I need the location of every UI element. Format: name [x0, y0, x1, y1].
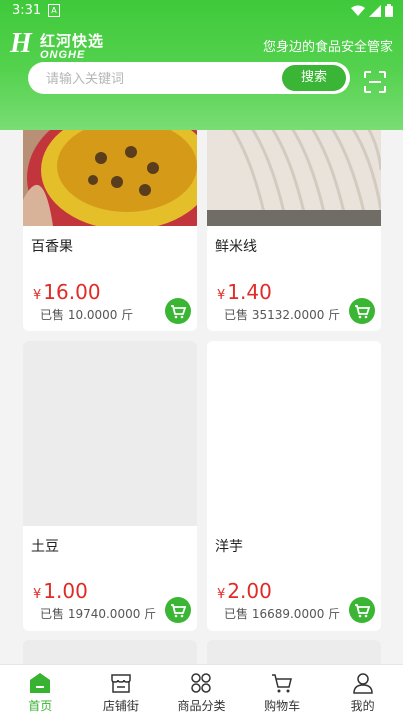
nav-label: 购物车	[264, 699, 301, 713]
product-image	[207, 341, 381, 526]
nav-label: 商品分类	[177, 699, 226, 713]
product-price: ¥1.00	[33, 579, 88, 603]
product-card[interactable]: 土豆 ¥1.00 已售 19740.0000 斤	[23, 341, 197, 631]
add-to-cart-button[interactable]	[349, 298, 375, 324]
price-value: 1.40	[227, 280, 272, 304]
battery-icon	[385, 4, 393, 17]
scan-icon[interactable]	[363, 70, 387, 94]
product-name: 百香果	[31, 239, 73, 255]
currency-symbol: ¥	[217, 288, 226, 303]
currency-symbol: ¥	[217, 587, 226, 602]
cart-icon	[272, 674, 293, 693]
logo-english: ONGHE	[40, 49, 86, 61]
price-value: 1.00	[43, 579, 88, 603]
brand-logo: H 红河快选 ONGHE	[10, 28, 110, 62]
product-image	[23, 341, 197, 526]
product-card[interactable]: 洋芋 ¥2.00 已售 16689.0000 斤	[207, 341, 381, 631]
store-icon	[111, 674, 131, 693]
product-name: 鲜米线	[215, 239, 257, 255]
product-name: 洋芋	[215, 539, 243, 555]
sold-count: 已售 16689.0000 斤	[224, 607, 341, 621]
status-bar: 3:31 A	[0, 0, 403, 22]
currency-symbol: ¥	[33, 587, 42, 602]
sold-count: 已售 35132.0000 斤	[224, 308, 341, 322]
search-input[interactable]	[44, 62, 278, 96]
notification-icon: A	[48, 4, 60, 17]
user-icon	[352, 673, 373, 694]
add-to-cart-button[interactable]	[349, 597, 375, 623]
product-price: ¥1.40	[217, 280, 272, 304]
app-header: 3:31 A H 红河快选 ONGHE 您身边的食品安全管家 搜索	[0, 0, 403, 130]
nav-item-home[interactable]: 首页	[0, 665, 81, 717]
currency-symbol: ¥	[33, 288, 42, 303]
status-icons	[351, 4, 393, 17]
add-to-cart-button[interactable]	[165, 298, 191, 324]
logo-letter: H	[10, 28, 32, 59]
nav-item-category[interactable]: 商品分类	[161, 665, 242, 717]
sold-count: 已售 19740.0000 斤	[40, 607, 157, 621]
nav-label: 我的	[350, 699, 375, 713]
category-icon	[191, 673, 212, 693]
product-name: 土豆	[31, 539, 59, 555]
price-value: 16.00	[43, 280, 101, 304]
cart-icon	[171, 604, 187, 618]
status-time: 3:31	[12, 3, 42, 18]
logo-chinese: 红河快选	[40, 32, 105, 50]
nav-item-profile[interactable]: 我的	[322, 665, 403, 717]
sold-count: 已售 10.0000 斤	[40, 308, 134, 322]
wifi-icon	[351, 5, 365, 16]
home-icon	[30, 673, 51, 693]
cart-icon	[171, 305, 187, 319]
search-button[interactable]: 搜索	[282, 65, 346, 91]
cart-icon	[355, 305, 371, 319]
search-bar: 搜索	[28, 62, 350, 96]
slogan: 您身边的食品安全管家	[262, 40, 393, 55]
cart-icon	[355, 604, 371, 618]
nav-label: 店铺街	[102, 699, 139, 713]
bottom-nav: 首页 店铺街 商品分类 购物车 我的	[0, 664, 403, 717]
signal-icon	[369, 4, 381, 17]
nav-item-store[interactable]: 店铺街	[81, 665, 162, 717]
price-value: 2.00	[227, 579, 272, 603]
nav-label: 首页	[28, 699, 53, 713]
product-price: ¥16.00	[33, 280, 101, 304]
add-to-cart-button[interactable]	[165, 597, 191, 623]
nav-item-cart[interactable]: 购物车	[242, 665, 323, 717]
product-price: ¥2.00	[217, 579, 272, 603]
